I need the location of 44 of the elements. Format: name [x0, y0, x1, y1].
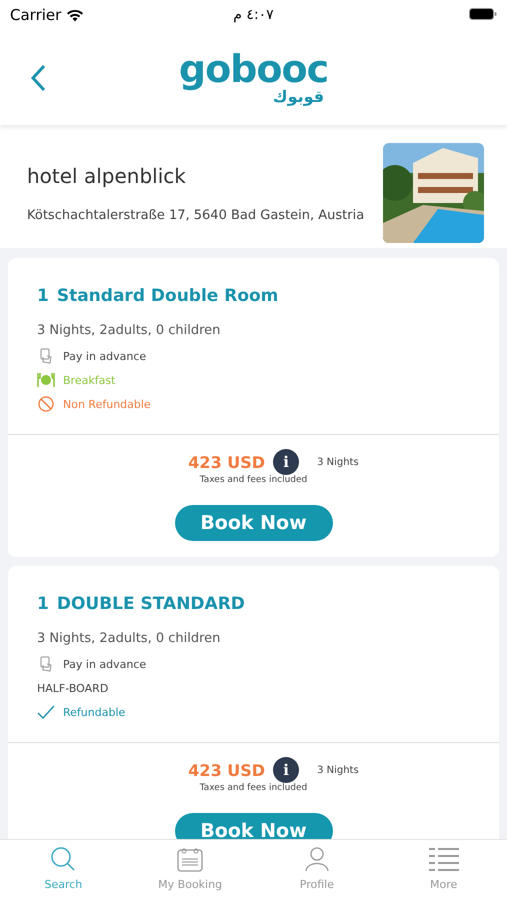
- plate-cutlery-icon: [37, 372, 55, 388]
- battery-icon: [469, 8, 497, 20]
- prohibited-icon: [38, 396, 54, 412]
- hand-payment-icon: [39, 348, 53, 364]
- info-button[interactable]: i: [273, 757, 300, 783]
- app-logo: gobooc: [178, 50, 328, 88]
- room-count: 1: [37, 594, 49, 614]
- room-title: DOUBLE STANDARD: [56, 594, 245, 614]
- calendar-icon: [177, 846, 204, 872]
- checkmark-icon: [37, 705, 55, 719]
- wifi-icon: [66, 8, 84, 22]
- menu-icon: [428, 846, 459, 872]
- clock-time: ٤:٠٧ م: [233, 7, 274, 23]
- tax-note: Taxes and fees included: [200, 475, 308, 485]
- hotel-name: hotel alpenblick: [27, 164, 187, 188]
- policy-text: Non Refundable: [63, 398, 151, 410]
- back-icon[interactable]: [30, 64, 46, 92]
- info-button[interactable]: i: [273, 449, 300, 475]
- room-count: 1: [37, 286, 49, 306]
- policy-text: Pay in advance: [63, 658, 146, 670]
- hotel-address: Kötschachtalerstraße 17, 5640 Bad Gastein, Austria: [27, 208, 366, 222]
- tab-item[interactable]: Search: [0, 840, 127, 900]
- nights-text: 3 Nights: [317, 456, 359, 468]
- tab-item[interactable]: My Booking: [126, 840, 254, 900]
- price: 423 USD: [188, 452, 266, 472]
- carrier-label: Carrier: [10, 6, 62, 24]
- occupancy-text: 3 Nights, 2adults, 0 children: [37, 631, 222, 646]
- app-logo-arabic: قوبوك: [272, 88, 324, 106]
- book-now-button[interactable]: Book Now: [174, 505, 332, 541]
- room-title: Standard Double Room: [56, 286, 278, 306]
- policy-text: Pay in advance: [63, 350, 146, 362]
- policy-text: Breakfast: [63, 374, 116, 386]
- tax-note: Taxes and fees included: [200, 783, 308, 793]
- hand-payment-icon: [39, 656, 53, 672]
- occupancy-text: 3 Nights, 2adults, 0 children: [37, 323, 222, 338]
- board-type: HALF-BOARD: [37, 680, 110, 696]
- tab-item[interactable]: More: [380, 840, 507, 900]
- tab-item[interactable]: Profile: [254, 840, 380, 900]
- book-now-button[interactable]: Book Now: [174, 813, 332, 839]
- nights-text: 3 Nights: [317, 764, 359, 776]
- search-icon: [50, 846, 76, 872]
- policy-text: Refundable: [63, 706, 126, 718]
- person-icon: [304, 846, 330, 872]
- price: 423 USD: [188, 760, 266, 780]
